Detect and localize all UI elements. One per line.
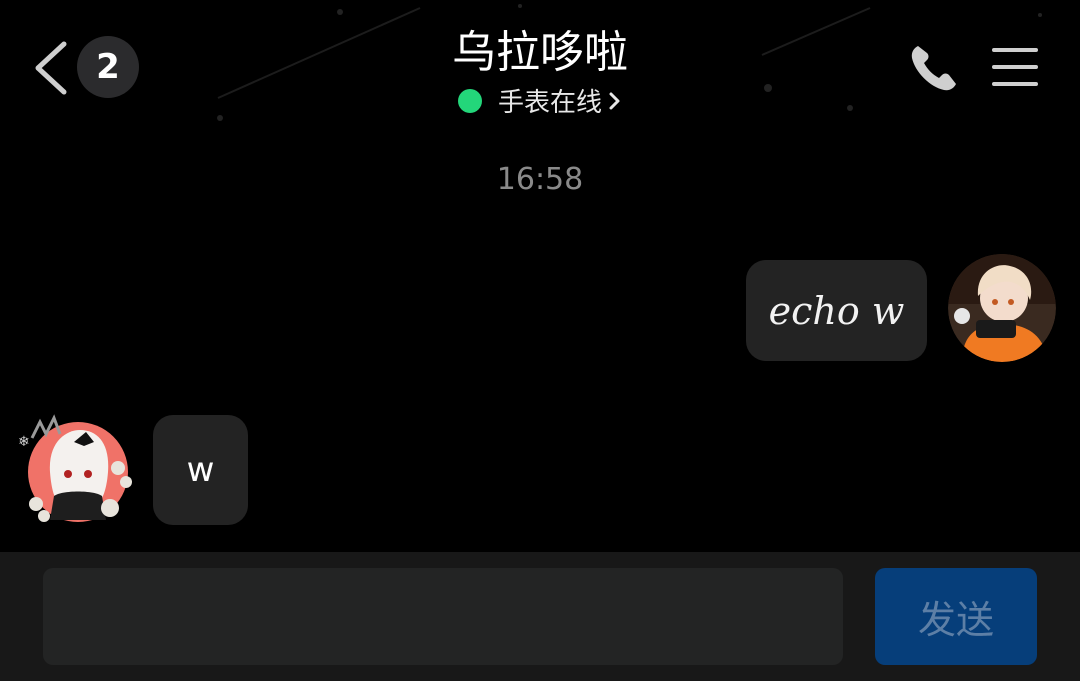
user-avatar[interactable]	[948, 254, 1056, 362]
online-status-dot	[457, 88, 482, 113]
chat-title: 乌拉哆啦	[452, 27, 628, 78]
device-status[interactable]: 手表在线	[340, 82, 740, 119]
status-text: 手表在线	[497, 88, 602, 118]
unread-count-badge[interactable]: 2	[77, 36, 139, 98]
send-button[interactable]: 发送	[875, 568, 1037, 665]
back-chevron-icon[interactable]	[30, 40, 74, 96]
contact-avatar[interactable]: ❄	[14, 412, 142, 528]
svg-text:❄: ❄	[18, 434, 30, 450]
message-bubble-outgoing[interactable]: echo w	[746, 260, 927, 361]
message-text: echo w	[768, 288, 905, 333]
phone-icon[interactable]	[908, 42, 960, 94]
input-bar: 发送	[0, 552, 1080, 681]
message-text: w	[186, 450, 215, 490]
message-timestamp: 16:58	[496, 162, 584, 197]
message-bubble-incoming[interactable]: w	[153, 415, 248, 525]
message-input[interactable]	[43, 568, 843, 665]
chat-header: 2 乌拉哆啦 手表在线	[0, 0, 1080, 140]
chat-screen: 2 乌拉哆啦 手表在线 16:58 echo w ❄ w 发送	[0, 0, 1080, 681]
chevron-right-icon	[609, 92, 620, 109]
menu-icon[interactable]	[990, 46, 1040, 88]
